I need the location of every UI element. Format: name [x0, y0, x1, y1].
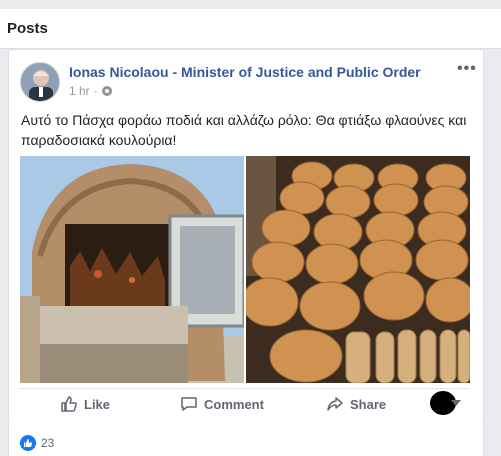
- post-time[interactable]: 1 hr: [69, 84, 90, 98]
- share-button[interactable]: Share: [326, 395, 386, 413]
- share-label: Share: [350, 396, 387, 412]
- post-text: Αυτό το Πάσχα φοράω ποδιά και αλλάζω ρόλ…: [21, 112, 467, 148]
- more-options-button[interactable]: •••: [457, 60, 477, 78]
- comment-icon: [181, 397, 197, 411]
- like-reaction-icon: [20, 435, 36, 451]
- baked-pastries-photo[interactable]: [246, 156, 470, 383]
- post-meta: 1 hr ·: [69, 84, 112, 98]
- like-label: Like: [84, 396, 111, 412]
- author-avatar[interactable]: [20, 62, 60, 102]
- comment-button[interactable]: Comment: [180, 395, 264, 413]
- separator-dot: ·: [93, 84, 98, 98]
- globe-icon[interactable]: [101, 86, 112, 96]
- author-name[interactable]: Ionas Nicolaou - Minister of Justice and…: [69, 64, 421, 80]
- reaction-summary[interactable]: 23: [20, 435, 54, 451]
- posts-header: [0, 9, 501, 49]
- like-button[interactable]: Like: [60, 395, 110, 413]
- audience-caret-icon[interactable]: [451, 400, 461, 406]
- reaction-count: 23: [41, 436, 55, 450]
- section-title: Posts: [7, 20, 48, 37]
- share-icon: [327, 397, 343, 411]
- post-actions: Like Comment Share: [20, 388, 470, 418]
- stone-oven-photo[interactable]: [20, 156, 244, 383]
- like-icon: [61, 396, 77, 412]
- comment-label: Comment: [204, 396, 264, 412]
- post-footer-card: [8, 423, 484, 456]
